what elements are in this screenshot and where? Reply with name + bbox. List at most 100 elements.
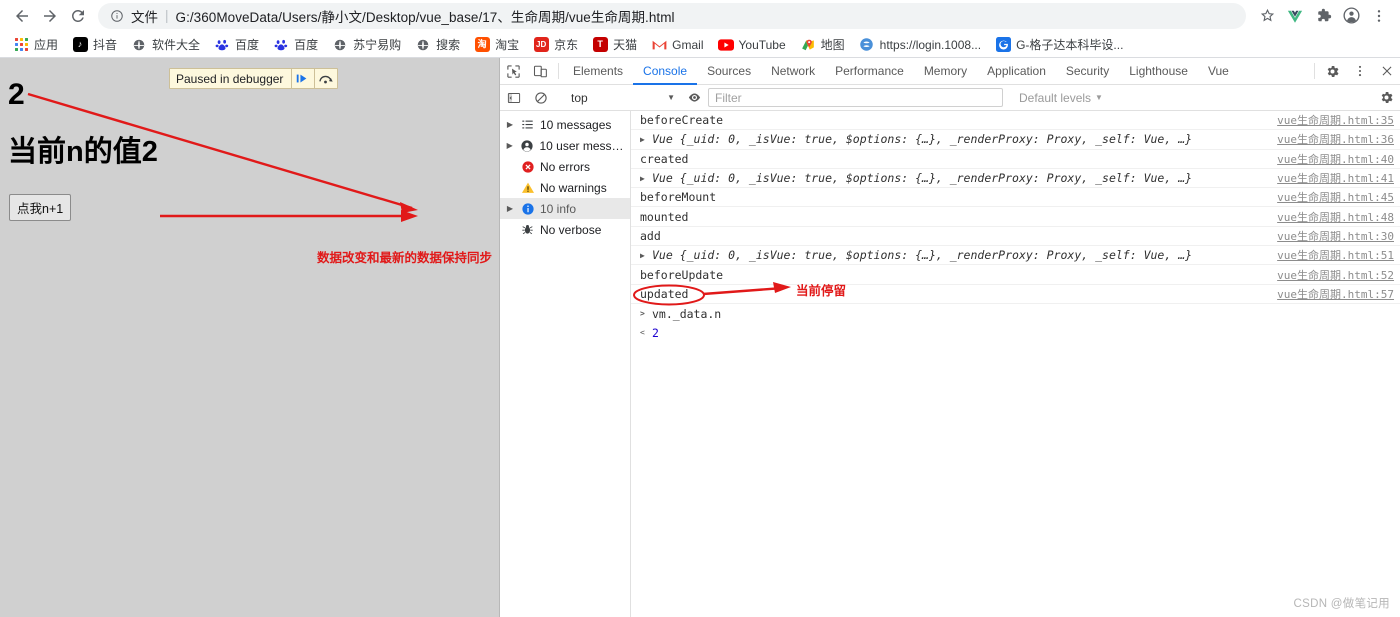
console-source-link[interactable]: vue生命周期.html:45	[1277, 189, 1394, 205]
console-source-link[interactable]: vue生命周期.html:48	[1277, 209, 1394, 225]
execution-context-select[interactable]: top ▼	[563, 91, 681, 105]
bookmark-label: https://login.1008...	[879, 37, 982, 52]
bookmark-douyin[interactable]: ♪ 抖音	[65, 34, 124, 55]
profile-avatar-icon[interactable]	[1338, 3, 1364, 29]
bookmark-ruanjiandaquan[interactable]: 软件大全	[124, 34, 207, 55]
info-circle-icon[interactable]	[110, 9, 124, 23]
devtools-close-icon[interactable]	[1373, 58, 1400, 84]
tmall-icon: T	[592, 37, 608, 53]
device-toolbar-icon[interactable]	[527, 58, 554, 84]
bookmark-baidu-1[interactable]: 百度	[207, 34, 266, 55]
bookmark-gezida[interactable]: G-格子达本科毕设...	[988, 34, 1130, 55]
console-message-text: beforeCreate	[640, 113, 724, 128]
sidebar-item-verbose[interactable]: No verbose	[500, 219, 630, 240]
bookmark-apps[interactable]: 应用	[6, 34, 65, 55]
live-expression-icon[interactable]	[681, 90, 708, 105]
console-output[interactable]: beforeCreate vue生命周期.html:35 ▶ Vue {_uid…	[631, 111, 1400, 617]
chevron-right-icon[interactable]: ▶	[505, 141, 514, 150]
tab-network[interactable]: Network	[761, 58, 825, 85]
console-row[interactable]: ▶ Vue {_uid: 0, _isVue: true, $options: …	[631, 130, 1400, 150]
clear-console-icon[interactable]	[527, 91, 554, 105]
console-row[interactable]: beforeMount vue生命周期.html:45	[631, 188, 1400, 208]
console-filter-bar: top ▼ Default levels ▼	[500, 85, 1400, 111]
chevron-right-icon[interactable]: ▶	[505, 204, 515, 213]
log-levels-dropdown[interactable]: Default levels ▼	[1011, 91, 1111, 105]
actions-divider	[1314, 63, 1315, 79]
console-row[interactable]: created vue生命周期.html:40	[631, 150, 1400, 169]
console-row[interactable]: add vue生命周期.html:30	[631, 227, 1400, 247]
bookmark-search[interactable]: 搜索	[408, 34, 467, 55]
tab-performance[interactable]: Performance	[825, 58, 914, 85]
console-row-highlighted[interactable]: updated vue生命周期.html:57	[631, 285, 1400, 304]
paused-label: Paused in debugger	[176, 71, 284, 86]
console-source-link[interactable]: vue生命周期.html:36	[1277, 131, 1394, 147]
console-source-link[interactable]: vue生命周期.html:35	[1277, 112, 1394, 128]
bookmark-gmail[interactable]: Gmail	[644, 35, 710, 55]
console-settings-gear-icon[interactable]	[1373, 90, 1400, 105]
sidebar-item-warnings[interactable]: No warnings	[500, 177, 630, 198]
bookmark-star-icon[interactable]	[1254, 3, 1280, 29]
console-source-link[interactable]: vue生命周期.html:30	[1277, 228, 1394, 244]
expand-object-icon[interactable]: ▶	[640, 251, 652, 260]
sidebar-item-messages[interactable]: ▶ 10 messages	[500, 114, 630, 135]
forward-button[interactable]	[36, 2, 64, 30]
browser-window: 文件 | G:/360MoveData/Users/静小文/Desktop/vu…	[0, 0, 1400, 617]
sidebar-item-info[interactable]: ▶ 10 info	[500, 198, 630, 219]
console-message-text: Vue {_uid: 0, _isVue: true, $options: {……	[652, 132, 1193, 147]
console-row[interactable]: ▶ Vue {_uid: 0, _isVue: true, $options: …	[631, 169, 1400, 189]
globe-icon	[332, 37, 348, 53]
bookmark-label: Gmail	[672, 37, 704, 52]
console-source-link[interactable]: vue生命周期.html:57	[1277, 286, 1394, 302]
console-row[interactable]: beforeUpdate vue生命周期.html:52	[631, 265, 1400, 285]
expand-object-icon[interactable]: ▶	[640, 135, 652, 144]
reload-button[interactable]	[64, 2, 92, 30]
console-source-link[interactable]: vue生命周期.html:52	[1277, 267, 1394, 283]
console-row[interactable]: beforeCreate vue生命周期.html:35	[631, 111, 1400, 131]
bookmark-taobao[interactable]: 淘 淘宝	[467, 34, 526, 55]
paused-in-debugger-banner: Paused in debugger	[169, 68, 339, 89]
bookmark-label: 百度	[294, 38, 319, 52]
devtools-settings-gear-icon[interactable]	[1319, 58, 1346, 84]
chevron-right-icon[interactable]: ▶	[505, 120, 515, 129]
tab-sources[interactable]: Sources	[697, 58, 761, 85]
inspect-element-icon[interactable]	[500, 58, 527, 84]
console-source-link[interactable]: vue生命周期.html:41	[1277, 170, 1394, 186]
extensions-puzzle-icon[interactable]	[1310, 3, 1336, 29]
address-bar[interactable]: 文件 | G:/360MoveData/Users/静小文/Desktop/vu…	[98, 2, 1246, 29]
info-icon	[520, 202, 535, 216]
tab-application[interactable]: Application	[977, 58, 1056, 85]
step-over-icon[interactable]	[314, 69, 335, 88]
tab-memory[interactable]: Memory	[914, 58, 977, 85]
bookmark-baidu-2[interactable]: 百度	[266, 34, 325, 55]
console-row[interactable]: ▶ Vue {_uid: 0, _isVue: true, $options: …	[631, 246, 1400, 266]
tab-elements[interactable]: Elements	[563, 58, 633, 85]
resume-script-icon[interactable]	[291, 69, 312, 88]
bookmark-jd[interactable]: JD 京东	[526, 34, 585, 55]
tab-lighthouse[interactable]: Lighthouse	[1119, 58, 1198, 85]
bookmark-login-link[interactable]: https://login.1008...	[852, 35, 988, 55]
back-button[interactable]	[8, 2, 36, 30]
bookmark-suning[interactable]: 苏宁易购	[325, 34, 408, 55]
web-page-viewport: Paused in debugger 2 当前n的值2 点我n+1 数据改变和最…	[0, 58, 500, 617]
console-sidebar-toggle-icon[interactable]	[500, 91, 527, 105]
bookmark-tmall[interactable]: T 天猫	[585, 34, 644, 55]
tab-security[interactable]: Security	[1056, 58, 1119, 85]
sidebar-item-errors[interactable]: No errors	[500, 156, 630, 177]
expand-object-icon[interactable]: ▶	[640, 174, 652, 183]
sidebar-item-user-messages[interactable]: ▶ 10 user messag...	[500, 135, 630, 156]
vue-devtools-icon[interactable]	[1282, 3, 1308, 29]
console-input-row[interactable]: > vm._data.n	[631, 304, 1400, 323]
devtools-more-options-icon[interactable]	[1346, 58, 1373, 84]
bookmark-maps[interactable]: 地图	[793, 34, 852, 55]
baidu-paw-icon	[273, 37, 289, 53]
tab-vue[interactable]: Vue	[1198, 58, 1239, 85]
increment-button[interactable]: 点我n+1	[9, 194, 72, 221]
chrome-menu-icon[interactable]	[1366, 3, 1392, 29]
tab-console[interactable]: Console	[633, 58, 698, 85]
console-source-link[interactable]: vue生命周期.html:51	[1277, 247, 1394, 263]
console-row[interactable]: mounted vue生命周期.html:48	[631, 207, 1400, 227]
console-filter-input[interactable]	[708, 88, 1003, 107]
bookmark-label: YouTube	[738, 37, 786, 52]
console-source-link[interactable]: vue生命周期.html:40	[1277, 151, 1394, 167]
bookmark-youtube[interactable]: YouTube	[711, 35, 793, 55]
